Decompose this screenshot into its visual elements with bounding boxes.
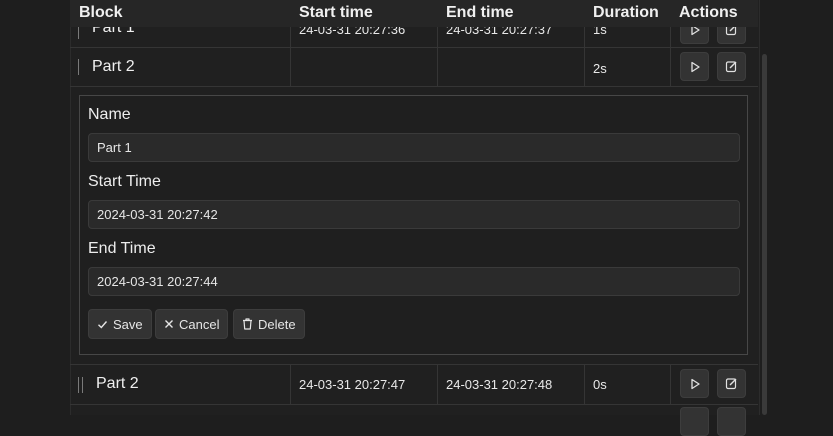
duration: 2s	[593, 61, 607, 76]
save-label: Save	[113, 316, 143, 332]
play-button[interactable]	[680, 369, 709, 398]
trash-icon	[243, 318, 252, 330]
start-time-input[interactable]	[88, 200, 740, 229]
start-time-label: Start Time	[88, 173, 161, 190]
edit-button[interactable]	[717, 369, 746, 398]
delete-button[interactable]: Delete	[233, 309, 305, 339]
table-header: Block Start time End time Duration Actio…	[70, 0, 758, 27]
delete-label: Delete	[258, 316, 296, 332]
edit-button[interactable]	[717, 407, 746, 436]
play-icon	[690, 61, 700, 72]
header-actions: Actions	[679, 4, 738, 21]
play-icon	[690, 378, 700, 389]
name-input[interactable]	[88, 133, 740, 162]
scrollbar[interactable]	[762, 54, 767, 415]
edit-icon	[725, 378, 737, 390]
duration: 0s	[593, 377, 607, 392]
close-icon	[165, 320, 173, 328]
end-time: 24-03-31 20:27:48	[446, 377, 553, 392]
name-label: Name	[88, 106, 131, 123]
end-time-label: End Time	[88, 240, 156, 257]
start-time: 24-03-31 20:27:47	[299, 377, 406, 392]
drag-handle[interactable]	[78, 59, 79, 75]
cancel-label: Cancel	[179, 316, 220, 332]
cancel-button[interactable]: Cancel	[155, 309, 229, 339]
play-button[interactable]	[680, 407, 709, 436]
edit-block-form: Name Start Time End Time Save Cancel Del…	[79, 95, 748, 355]
block-name: Part 2	[92, 58, 135, 75]
save-button[interactable]: Save	[88, 309, 152, 339]
drag-handle[interactable]	[78, 376, 79, 393]
header-end-time: End time	[446, 4, 514, 21]
table-row: Part 2 2s	[70, 48, 758, 87]
edit-button[interactable]	[717, 52, 746, 81]
end-time-input[interactable]	[88, 267, 740, 296]
table-row: Part 2 24-03-31 20:27:47 24-03-31 20:27:…	[70, 364, 758, 405]
play-button[interactable]	[680, 52, 709, 81]
header-duration: Duration	[593, 4, 659, 21]
edit-icon	[725, 61, 737, 73]
header-start-time: Start time	[299, 4, 373, 21]
block-name: Part 2	[96, 375, 139, 392]
header-block: Block	[79, 4, 123, 21]
check-icon	[98, 320, 108, 329]
